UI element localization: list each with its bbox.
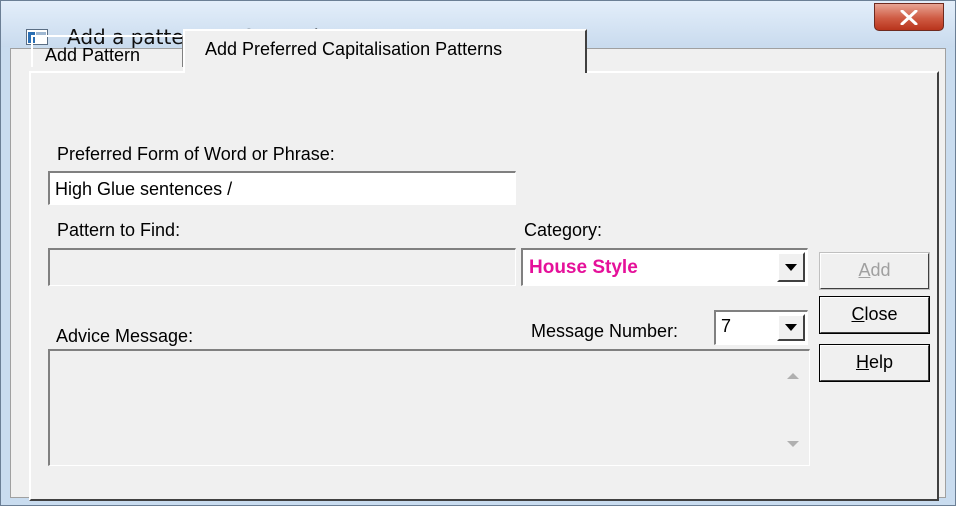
scroll-down-icon bbox=[787, 441, 799, 447]
tab-label: Add Pattern bbox=[45, 45, 141, 65]
category-value: House Style bbox=[529, 257, 638, 278]
add-button-label: dd bbox=[870, 260, 891, 280]
window-close-button[interactable] bbox=[874, 3, 944, 31]
message-number-select[interactable]: 7 bbox=[714, 310, 808, 345]
help-button-mnemonic: H bbox=[855, 352, 869, 372]
pattern-to-find-input bbox=[48, 248, 516, 286]
advice-message-textarea bbox=[48, 349, 810, 466]
pattern-to-find-label: Pattern to Find: bbox=[57, 220, 181, 240]
chevron-down-icon bbox=[785, 264, 797, 271]
category-label: Category: bbox=[524, 220, 603, 240]
tab-label: Add Preferred Capitalisation Patterns bbox=[205, 39, 503, 59]
close-icon bbox=[900, 10, 918, 25]
advice-message-label: Advice Message: bbox=[56, 326, 194, 346]
add-button[interactable]: Add bbox=[819, 252, 930, 290]
message-number-value: 7 bbox=[721, 316, 732, 336]
dialog-window: Add a pattern to 'SW4.adp' Add Pattern A… bbox=[0, 0, 956, 506]
tab-add-preferred-capitalisation[interactable]: Add Preferred Capitalisation Patterns bbox=[183, 29, 587, 73]
chevron-down-icon bbox=[785, 324, 797, 331]
add-button-mnemonic: A bbox=[858, 260, 871, 280]
help-button-label: elp bbox=[868, 352, 894, 372]
message-number-label: Message Number: bbox=[531, 321, 679, 341]
tab-add-pattern[interactable]: Add Pattern bbox=[31, 35, 183, 67]
close-button[interactable]: Close bbox=[819, 296, 930, 334]
close-button-mnemonic: C bbox=[851, 304, 865, 324]
close-button-label: lose bbox=[864, 304, 898, 324]
preferred-form-input[interactable]: High Glue sentences / bbox=[48, 171, 516, 205]
preferred-form-label: Preferred Form of Word or Phrase: bbox=[57, 144, 335, 164]
preferred-form-value: High Glue sentences / bbox=[55, 179, 233, 199]
help-button[interactable]: Help bbox=[819, 344, 930, 382]
category-dropdown-button[interactable] bbox=[777, 252, 805, 282]
message-number-dropdown-button[interactable] bbox=[777, 314, 805, 341]
scroll-up-icon bbox=[787, 373, 799, 379]
category-select[interactable]: House Style bbox=[521, 248, 808, 286]
